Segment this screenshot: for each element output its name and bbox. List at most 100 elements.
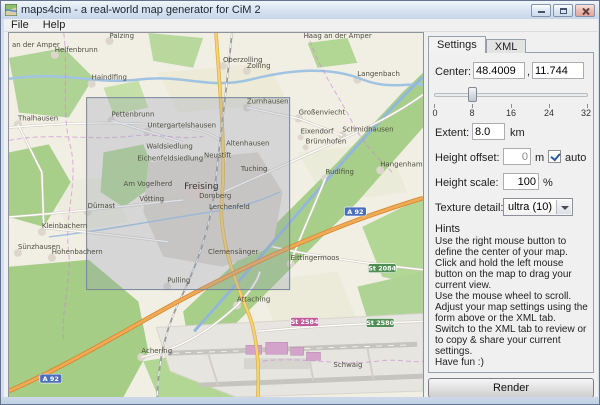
hint-text: Use the right mouse button to define the… <box>435 236 588 258</box>
combo-arrow-button[interactable] <box>556 200 571 214</box>
slider-tick-label: 16 <box>506 108 516 118</box>
height-offset-input[interactable] <box>503 148 531 165</box>
svg-text:A 92: A 92 <box>347 208 363 216</box>
map-label: an der Amper <box>12 41 60 49</box>
road-badge: St 2584 <box>291 317 319 326</box>
slider-track[interactable] <box>434 93 588 97</box>
map-label: Freising <box>184 182 218 192</box>
close-button[interactable] <box>575 4 595 17</box>
svg-text:St 2084: St 2084 <box>368 264 396 272</box>
map-label: Hohenbachern <box>52 248 103 256</box>
chevron-down-icon <box>561 206 569 210</box>
map-label: Brünnhofen <box>306 137 347 145</box>
titlebar: maps4cim - a real-world map generator fo… <box>1 1 599 19</box>
map-label: Großenviecht <box>299 109 346 117</box>
maximize-icon <box>560 8 567 14</box>
minimize-button[interactable] <box>531 4 551 17</box>
center-lon-input[interactable] <box>532 62 584 79</box>
map-label: Zolling <box>247 62 271 70</box>
center-lat-input[interactable] <box>473 62 525 79</box>
road-badge: A 92 <box>40 374 62 383</box>
map-label: Am Vogelherd <box>123 180 172 188</box>
map-label: Eittingermoos <box>291 254 340 262</box>
map-view[interactable]: an der AmperPalzingHaag an der AmperHelf… <box>8 32 424 398</box>
slider-thumb[interactable] <box>468 87 477 102</box>
map-label: Waldsiedlung <box>146 142 192 150</box>
auto-checkbox[interactable] <box>548 150 561 163</box>
extent-input[interactable] <box>472 123 505 140</box>
texture-detail-select[interactable]: ultra (10) <box>503 198 573 216</box>
extent-slider[interactable]: 0 8 16 24 32 <box>434 84 588 118</box>
render-button[interactable]: Render <box>428 378 594 398</box>
tab-xml[interactable]: XML <box>486 39 527 53</box>
hint-text: Click and hold the left mouse button on … <box>435 258 588 291</box>
auto-label: auto <box>565 152 586 164</box>
map-label: Dürnast <box>88 202 116 210</box>
map-label: Domberg <box>199 192 231 200</box>
center-label: Center: <box>435 66 471 78</box>
road-badge: St 2084 <box>368 264 396 273</box>
hint-text: Adjust your map settings using the form … <box>435 302 588 324</box>
app-icon <box>5 4 17 16</box>
map-label: Vötting <box>139 195 164 203</box>
menu-help[interactable]: Help <box>36 19 73 32</box>
center-separator: , <box>527 66 530 78</box>
settings-panel: Settings XML Center: , 0 <box>428 36 594 398</box>
slider-tick-label: 24 <box>544 108 554 118</box>
extent-label: Extent: <box>435 127 469 139</box>
minimize-icon <box>538 11 545 13</box>
hint-text: Have fun :) <box>435 357 588 368</box>
extent-unit: km <box>510 127 525 139</box>
hints-title: Hints <box>435 223 460 235</box>
map-label: Rudlfing <box>325 168 353 176</box>
map-label: Schwaig <box>333 361 362 369</box>
road-badge: A 92 <box>344 207 366 216</box>
map-label: Schmidhausen <box>342 125 393 133</box>
map-label: Helfenbrunn <box>55 46 98 54</box>
map-label: Neustift <box>204 151 232 159</box>
map-label: Pettenbrunn <box>112 111 155 119</box>
map-label: Haindlfing <box>92 74 127 82</box>
hints-block: Use the right mouse button to define the… <box>435 236 588 368</box>
app-window: maps4cim - a real-world map generator fo… <box>0 0 600 405</box>
svg-text:St 2580: St 2580 <box>366 319 394 327</box>
svg-text:St 2584: St 2584 <box>291 318 319 326</box>
tab-settings[interactable]: Settings <box>428 36 486 53</box>
map-label: Eixendorf <box>301 127 334 135</box>
tab-bar: Settings XML <box>428 36 526 53</box>
map-label: Tuching <box>240 165 268 173</box>
map-label: Hangenham <box>380 160 423 168</box>
window-bottom-frame <box>1 397 599 404</box>
maximize-button[interactable] <box>553 4 573 17</box>
settings-pane: Center: , 0 8 16 24 32 <box>428 52 594 373</box>
hint-text: Switch to the XML tab to review or to co… <box>435 324 588 357</box>
map-label: Clemensänger <box>208 248 259 256</box>
height-scale-input[interactable] <box>503 173 539 190</box>
height-scale-unit: % <box>543 177 553 189</box>
window-title: maps4cim - a real-world map generator fo… <box>21 4 529 16</box>
texture-detail-label: Texture detail: <box>435 202 503 214</box>
menubar: File Help <box>4 19 598 32</box>
road-badge: St 2580 <box>366 318 394 327</box>
map-label: Kleinbachern <box>42 222 87 230</box>
map-label: Achering <box>141 347 172 355</box>
map-label: Zurnhausen <box>247 98 289 106</box>
texture-detail-value: ultra (10) <box>508 201 552 213</box>
slider-tick-label: 8 <box>469 108 474 118</box>
map-label: Lerchenfeld <box>209 203 250 211</box>
map-label: Attaching <box>237 296 270 304</box>
map-label: Palzing <box>110 33 134 40</box>
map-label: Eichenfeldsiedlung <box>137 154 203 162</box>
window-controls <box>529 4 595 17</box>
menu-file[interactable]: File <box>4 19 36 32</box>
map-label: Thalhausen <box>17 115 58 123</box>
client-area: File Help <box>4 19 598 399</box>
height-offset-label: Height offset: <box>435 152 500 164</box>
slider-tick-label: 0 <box>432 108 437 118</box>
svg-text:A 92: A 92 <box>43 375 59 383</box>
height-offset-unit: m <box>535 152 544 164</box>
hint-text: Use the mouse wheel to scroll. <box>435 291 588 302</box>
height-scale-label: Height scale: <box>435 177 499 189</box>
map-label: Untergartelshausen <box>147 121 216 129</box>
slider-tick-label: 32 <box>581 108 591 118</box>
